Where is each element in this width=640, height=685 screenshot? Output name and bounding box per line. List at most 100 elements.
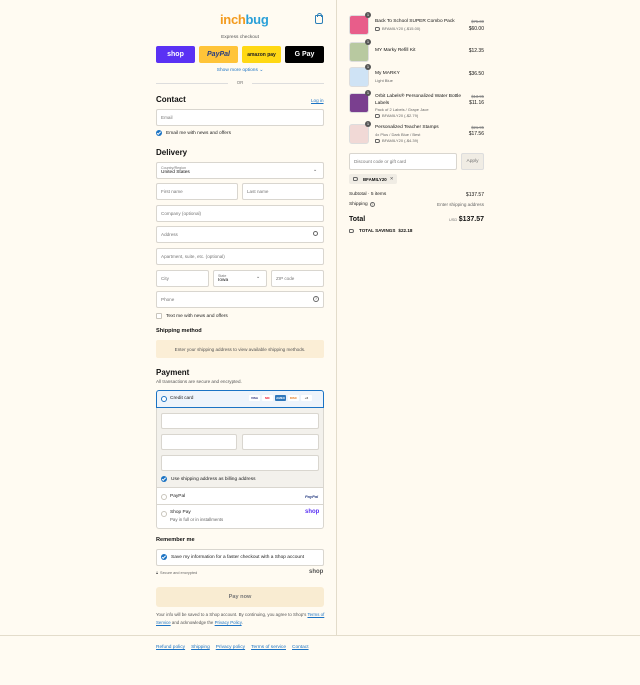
total-row: USD $137.57 bbox=[420, 216, 484, 223]
remove-code-icon[interactable]: ✕ bbox=[390, 176, 394, 182]
city-field[interactable]: City bbox=[156, 270, 209, 287]
remember-row[interactable]: Save my information for a faster checkou… bbox=[161, 554, 304, 560]
phone-placeholder: Phone bbox=[161, 297, 175, 302]
delivery-title: Delivery bbox=[156, 148, 188, 157]
item-old-price: $13.95 bbox=[471, 94, 484, 99]
shoppay-radio[interactable] bbox=[161, 511, 167, 519]
last-name-placeholder: Last name bbox=[247, 189, 269, 194]
chevron-down-icon: ⌄ bbox=[256, 274, 261, 280]
more-cards-icon: +6 bbox=[301, 395, 312, 401]
tag-icon bbox=[375, 113, 380, 118]
billing-same-row[interactable]: Use shipping address as billing address bbox=[161, 476, 256, 482]
refund-policy-link[interactable]: Refund policy bbox=[156, 645, 185, 650]
quantity-badge: 1 bbox=[365, 39, 371, 45]
mastercard-icon: MC bbox=[262, 395, 273, 401]
shipping-label: Shipping bbox=[349, 202, 368, 207]
country-value: United States bbox=[161, 170, 190, 175]
last-name-field[interactable]: Last name bbox=[242, 183, 324, 200]
show-more-options-link[interactable]: Show more options ⌄ bbox=[156, 68, 324, 73]
visa-icon: VISA bbox=[249, 395, 260, 401]
quantity-badge: 1 bbox=[365, 12, 371, 18]
radio-empty bbox=[161, 494, 167, 500]
contact-link[interactable]: Contact bbox=[292, 645, 309, 650]
remember-checkbox[interactable] bbox=[161, 554, 167, 560]
address-placeholder: Address bbox=[161, 232, 178, 237]
privacy-policy-link[interactable]: Privacy policy bbox=[216, 645, 245, 650]
item-name: My MARKY bbox=[375, 71, 400, 76]
item-name: Personalized Teacher Stamps bbox=[375, 125, 439, 130]
text-news-checkbox[interactable] bbox=[156, 313, 162, 319]
item-price: $60.00 bbox=[468, 26, 484, 32]
discount-code-placeholder: Discount code or gift card bbox=[354, 159, 407, 164]
search-icon bbox=[313, 231, 318, 236]
email-placeholder: Email bbox=[161, 115, 173, 120]
company-field[interactable]: Company (optional) bbox=[156, 205, 324, 222]
help-icon[interactable]: ? bbox=[313, 296, 319, 302]
product-thumbnail bbox=[349, 42, 369, 62]
paypal-button[interactable]: PayPal bbox=[199, 46, 238, 63]
shipping-link[interactable]: Shipping bbox=[191, 645, 210, 650]
shoppay-sub: Pay in full or in installments bbox=[170, 517, 224, 522]
item-old-price: $21.95 bbox=[471, 125, 484, 130]
phone-field[interactable]: Phone bbox=[156, 291, 324, 308]
apply-label: Apply bbox=[466, 159, 479, 164]
news-checkbox-row[interactable]: Email me with news and offers bbox=[156, 130, 231, 136]
first-name-field[interactable]: First name bbox=[156, 183, 238, 200]
disclaimer-text-1: Your info will be saved to a Shop accoun… bbox=[156, 612, 307, 617]
card-name-field[interactable] bbox=[161, 455, 319, 471]
disclaimer-end: . bbox=[241, 620, 243, 625]
help-icon[interactable]: ? bbox=[369, 202, 375, 207]
billing-same-checkbox[interactable] bbox=[161, 476, 167, 482]
shoppay-label: Shop Pay bbox=[170, 510, 191, 515]
address-field[interactable]: Address bbox=[156, 226, 324, 243]
credit-card-radio[interactable] bbox=[161, 396, 167, 404]
paypal-radio[interactable] bbox=[161, 494, 167, 502]
country-select[interactable]: Country/Region United States bbox=[156, 162, 324, 179]
zip-field[interactable]: ZIP code bbox=[271, 270, 324, 287]
currency-label: USD bbox=[448, 217, 458, 222]
paypal-logo: PayPal bbox=[305, 494, 319, 499]
amex-icon: AMEX bbox=[275, 395, 286, 401]
text-news-row[interactable]: Text me with news and offers bbox=[156, 313, 228, 319]
card-cvv-field[interactable] bbox=[242, 434, 319, 450]
apply-button[interactable]: Apply bbox=[461, 153, 484, 170]
item-variant: 4x Plus / Dark Blue / Best bbox=[375, 132, 421, 137]
discount-code-field[interactable]: Discount code or gift card bbox=[349, 153, 457, 170]
city-placeholder: City bbox=[161, 276, 169, 281]
apartment-placeholder: Apartment, suite, etc. (optional) bbox=[161, 254, 225, 259]
cart-bag-icon[interactable] bbox=[315, 13, 323, 24]
apartment-field[interactable]: Apartment, suite, etc. (optional) bbox=[156, 248, 324, 265]
pay-now-button[interactable]: Pay now bbox=[156, 587, 324, 607]
card-expiry-field[interactable] bbox=[161, 434, 237, 450]
discover-icon: DISC bbox=[288, 395, 299, 401]
remember-title: Remember me bbox=[156, 537, 195, 543]
item-old-price: $75.00 bbox=[471, 19, 484, 24]
order-item: 1 bbox=[349, 39, 371, 62]
chevron-down-icon: ⌄ bbox=[313, 167, 318, 173]
remember-label: Save my information for a faster checkou… bbox=[171, 554, 305, 560]
brand-logo[interactable]: inchbug bbox=[220, 12, 269, 27]
news-checkbox[interactable] bbox=[156, 130, 162, 136]
google-pay-button[interactable]: G Pay bbox=[285, 46, 324, 63]
tag-icon bbox=[375, 26, 380, 31]
item-variant: Light Blue bbox=[375, 78, 393, 83]
email-field[interactable]: Email bbox=[156, 109, 324, 126]
card-number-field[interactable] bbox=[161, 413, 319, 429]
order-item: 1 bbox=[349, 121, 371, 144]
payment-title: Payment bbox=[156, 368, 190, 377]
amazon-pay-button[interactable]: amazon pay bbox=[242, 46, 281, 63]
shipping-method-notice: Enter your shipping address to view avai… bbox=[156, 340, 324, 358]
shop-disclaimer: Your info will be saved to a Shop accoun… bbox=[156, 611, 326, 627]
login-link[interactable]: Log in bbox=[311, 98, 324, 103]
privacy-policy-link[interactable]: Privacy Policy bbox=[215, 620, 242, 625]
card-brand-icons: VISA MC AMEX DISC +6 bbox=[249, 395, 312, 401]
radio-empty bbox=[161, 511, 167, 517]
order-item: 1 bbox=[349, 64, 371, 87]
show-more-label: Show more options bbox=[216, 68, 258, 73]
zip-placeholder: ZIP code bbox=[276, 276, 295, 281]
secure-label: Secure and encrypted bbox=[160, 571, 198, 575]
shop-pay-button[interactable]: shop bbox=[156, 46, 195, 63]
terms-of-service-link[interactable]: Terms of service bbox=[251, 645, 286, 650]
subtotal-value: $137.57 bbox=[465, 192, 484, 198]
item-discount-code: BFAMILY20 (-$4.39) bbox=[382, 138, 419, 143]
